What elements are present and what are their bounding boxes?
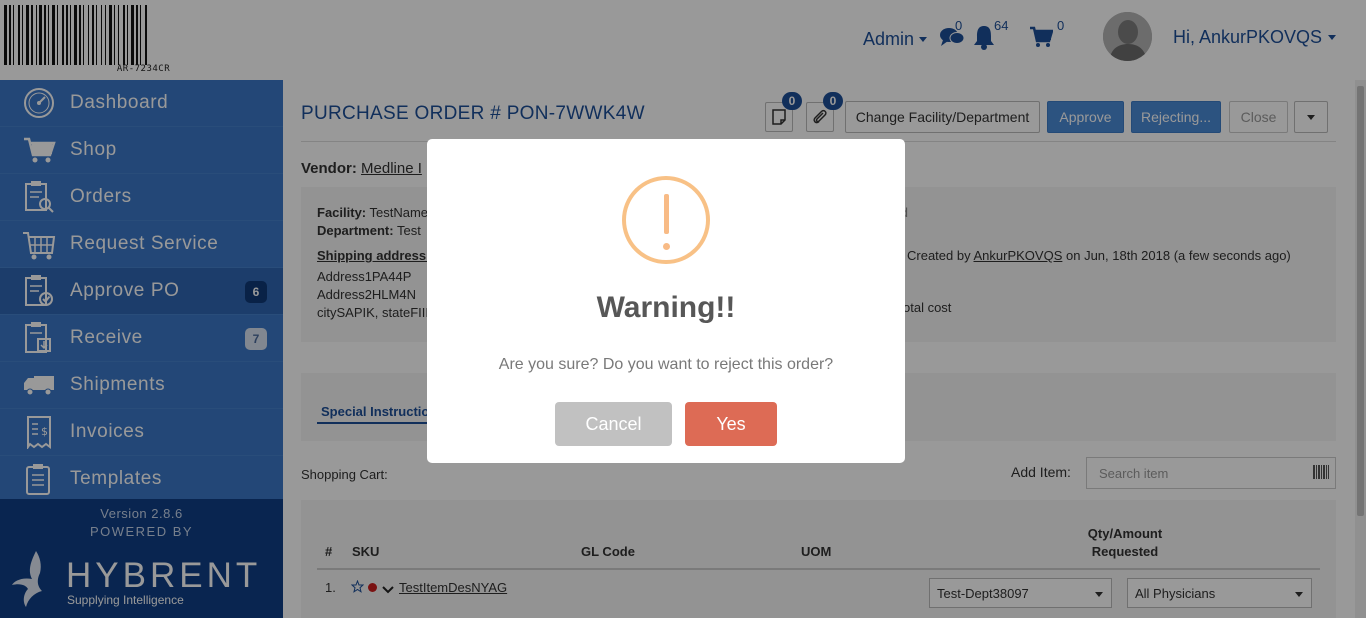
dialog-title: Warning!! [596,291,736,324]
cancel-button[interactable]: Cancel [555,402,672,446]
warning-icon-dot [663,243,670,250]
warning-icon-bar [664,194,669,234]
dialog-message: Are you sure? Do you want to reject this… [498,356,834,373]
confirm-yes-button[interactable]: Yes [685,402,777,446]
warning-dialog: Warning!! Are you sure? Do you want to r… [427,139,905,463]
warning-icon [622,176,710,264]
